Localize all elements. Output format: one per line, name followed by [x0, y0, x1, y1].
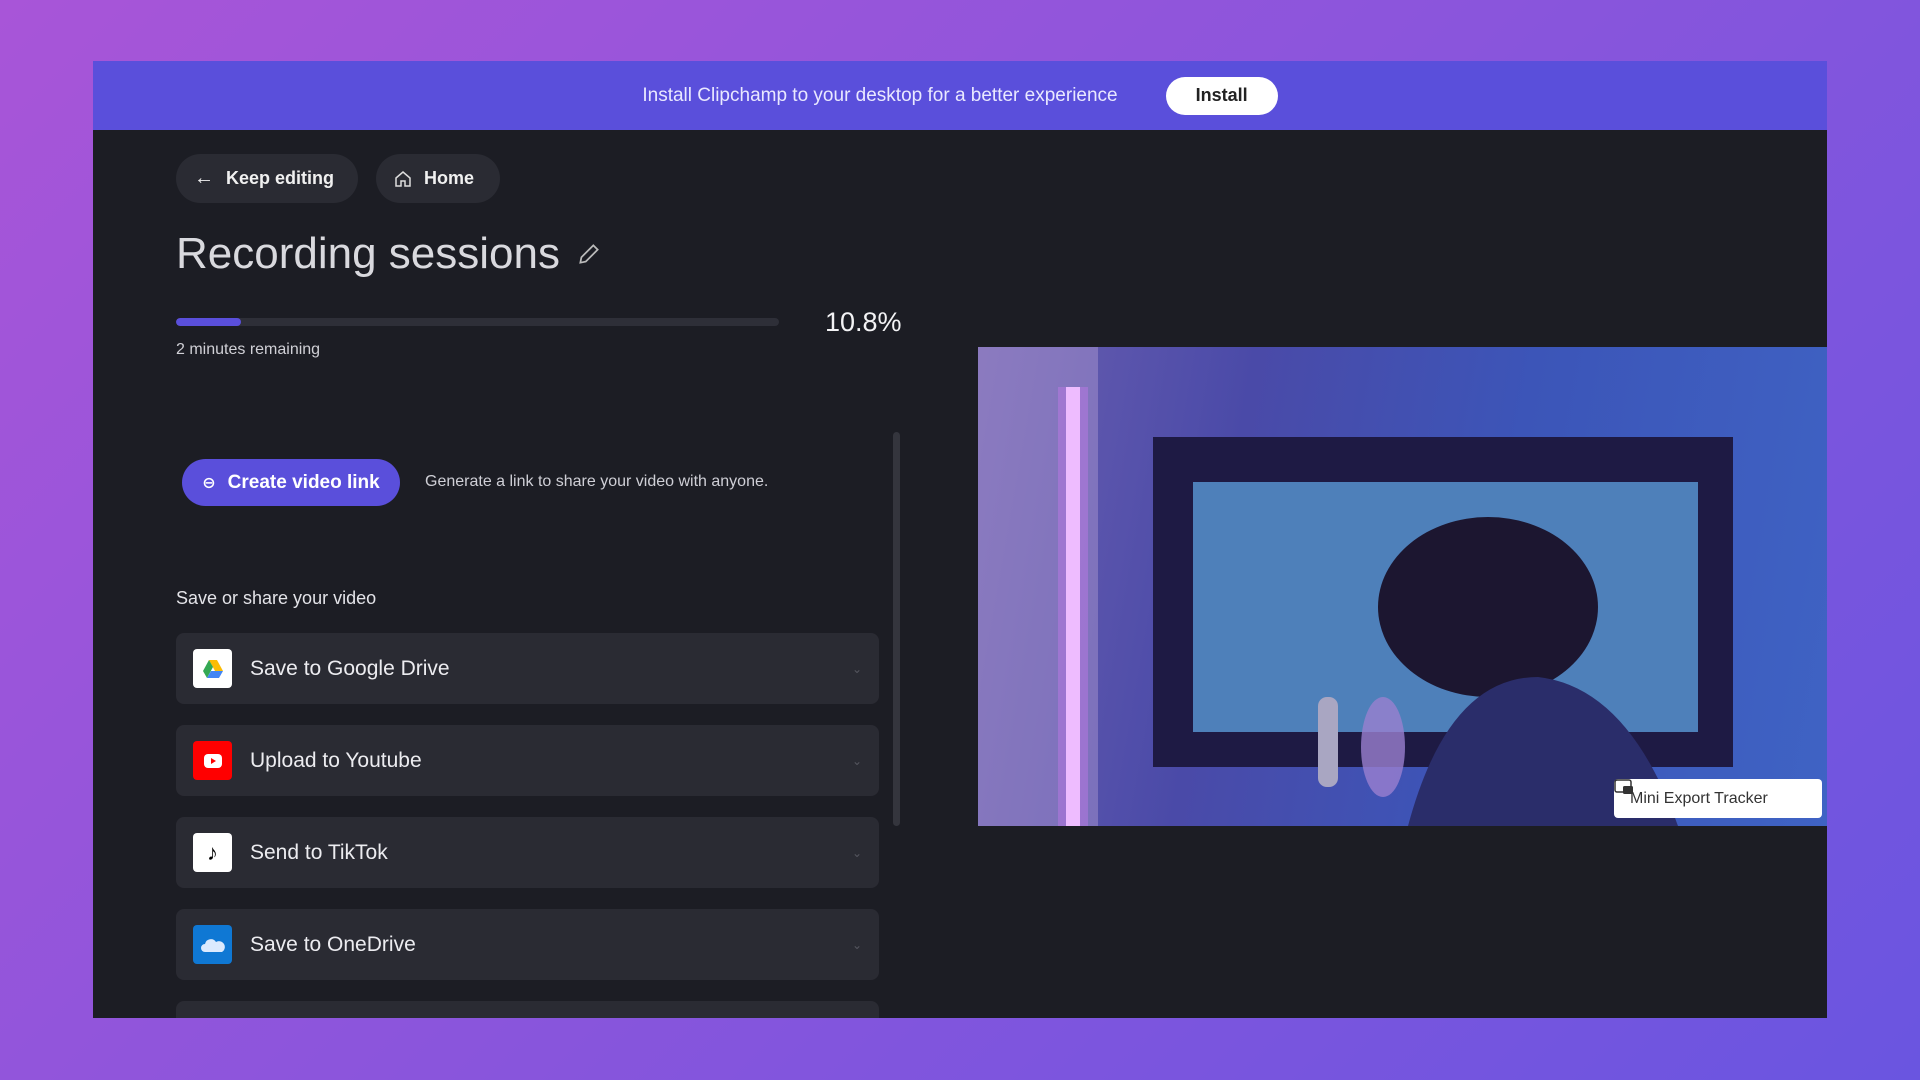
chevron-down-icon: ⌄	[851, 937, 862, 952]
install-button[interactable]: Install	[1165, 76, 1278, 115]
share-item-onedrive[interactable]: Save to OneDrive ⌄	[176, 909, 879, 980]
mini-export-tracker-button[interactable]: Mini Export Tracker	[1614, 779, 1822, 818]
home-icon	[395, 170, 411, 187]
share-item-label: Save to OneDrive	[250, 932, 416, 956]
google-drive-icon	[193, 649, 232, 688]
link-icon: ⊖	[202, 474, 216, 492]
export-progress-fill	[176, 318, 242, 326]
project-title-text: Recording sessions	[176, 229, 560, 278]
chevron-down-icon: ⌄	[851, 661, 862, 676]
keep-editing-label: Keep editing	[226, 168, 335, 188]
keep-editing-button[interactable]: ← Keep editing	[176, 154, 358, 203]
create-video-link-button[interactable]: ⊖ Create video link	[182, 459, 400, 506]
banner-text: Install Clipchamp to your desktop for a …	[642, 84, 1118, 106]
share-heading: Save or share your video	[176, 588, 377, 608]
export-progress-bar	[176, 318, 779, 326]
video-thumbnail	[978, 347, 1733, 826]
install-banner: Install Clipchamp to your desktop for a …	[93, 61, 1827, 130]
video-preview: Mini Export Tracker	[978, 347, 1827, 826]
arrow-left-icon: ←	[194, 167, 214, 189]
video-link-description: Generate a link to share your video with…	[425, 473, 769, 490]
chevron-down-icon: ⌄	[851, 753, 862, 768]
scrollbar[interactable]	[893, 432, 900, 826]
share-item-google-drive[interactable]: Save to Google Drive ⌄	[176, 633, 879, 704]
tiktok-icon: ♪	[193, 833, 232, 872]
mini-export-tracker-label: Mini Export Tracker	[1630, 789, 1768, 807]
chevron-down-icon: ⌄	[851, 845, 862, 860]
time-remaining: 2 minutes remaining	[176, 341, 321, 358]
pencil-icon[interactable]	[576, 241, 602, 267]
youtube-icon	[193, 741, 232, 780]
project-title: Recording sessions	[176, 229, 602, 279]
export-window: Install Clipchamp to your desktop for a …	[93, 61, 1827, 1018]
share-item-tiktok[interactable]: ♪ Send to TikTok ⌄	[176, 817, 879, 888]
home-button[interactable]: Home	[376, 154, 500, 203]
share-item-label: Save to Google Drive	[250, 656, 450, 680]
home-label: Home	[424, 168, 475, 188]
onedrive-icon	[193, 925, 232, 964]
share-item-more[interactable]	[176, 1001, 879, 1018]
share-item-youtube[interactable]: Upload to Youtube ⌄	[176, 725, 879, 796]
create-video-link-label: Create video link	[227, 471, 380, 493]
share-item-label: Send to TikTok	[250, 840, 388, 864]
share-item-label: Upload to Youtube	[250, 748, 422, 772]
picture-in-picture-icon	[1614, 779, 1633, 794]
progress-percent: 10.8%	[825, 307, 902, 337]
